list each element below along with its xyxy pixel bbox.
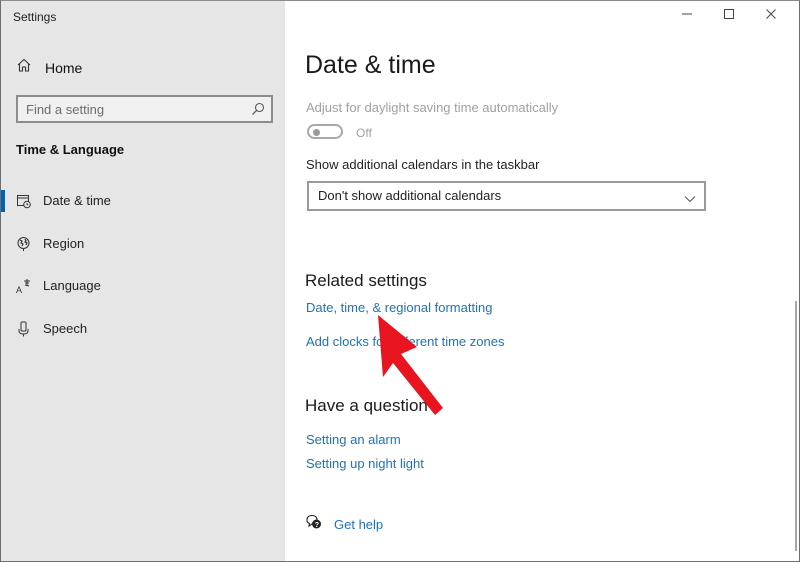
sidebar-item-date-time[interactable]: Date & time (1, 183, 285, 219)
close-button[interactable] (751, 3, 791, 29)
svg-text:A: A (16, 285, 22, 294)
search-icon[interactable] (251, 102, 265, 121)
home-icon (16, 57, 32, 78)
home-label: Home (45, 59, 83, 76)
page-title: Date & time (305, 51, 436, 79)
dropdown-value: Don't show additional calendars (318, 188, 502, 203)
close-icon (765, 7, 777, 25)
toggle-knob (313, 128, 320, 136)
calendars-dropdown[interactable]: Don't show additional calendars (307, 181, 706, 211)
scrollbar[interactable] (795, 301, 797, 551)
svg-text:?: ? (315, 522, 319, 529)
minimize-button[interactable] (667, 3, 707, 29)
maximize-button[interactable] (709, 3, 749, 29)
language-icon: A (16, 278, 32, 295)
calendars-label: Show additional calendars in the taskbar (306, 157, 540, 172)
sidebar-item-label: Date & time (43, 193, 111, 208)
app-title: Settings (13, 10, 57, 24)
dst-toggle-state: Off (356, 126, 372, 140)
settings-window: Settings Home Time & Language Date & tim… (0, 0, 800, 562)
dst-label: Adjust for daylight saving time automati… (306, 100, 559, 115)
night-light-link[interactable]: Setting up night light (306, 456, 424, 471)
get-help-link[interactable]: ? Get help (306, 514, 383, 535)
get-help-icon: ? (306, 514, 322, 535)
maximize-icon (723, 7, 735, 25)
chevron-down-icon (684, 190, 696, 208)
globe-icon (16, 236, 32, 252)
sidebar: Settings Home Time & Language Date & tim… (1, 1, 285, 561)
search-input[interactable] (18, 97, 246, 121)
related-settings-heading: Related settings (305, 271, 427, 290)
regional-formatting-link[interactable]: Date, time, & regional formatting (306, 300, 492, 315)
section-title: Time & Language (16, 142, 125, 157)
have-a-question-heading: Have a question? (305, 396, 438, 415)
calendar-clock-icon (16, 193, 32, 209)
sidebar-item-label: Language (43, 278, 101, 293)
sidebar-item-language[interactable]: A Language (1, 268, 285, 304)
search-box[interactable] (16, 95, 273, 123)
microphone-icon (16, 321, 32, 337)
add-clocks-link[interactable]: Add clocks for different time zones (306, 334, 504, 349)
dst-toggle[interactable] (307, 124, 343, 139)
sidebar-item-label: Region (43, 236, 85, 251)
sidebar-item-label: Speech (43, 321, 88, 336)
selection-indicator (1, 190, 5, 212)
minimize-icon (681, 7, 693, 25)
setting-alarm-link[interactable]: Setting an alarm (306, 432, 401, 447)
main-content: Date & time Adjust for daylight saving t… (285, 1, 799, 561)
sidebar-item-region[interactable]: Region (1, 226, 285, 262)
sidebar-item-speech[interactable]: Speech (1, 311, 285, 347)
home-nav-item[interactable]: Home (16, 57, 82, 78)
get-help-label: Get help (334, 517, 384, 532)
